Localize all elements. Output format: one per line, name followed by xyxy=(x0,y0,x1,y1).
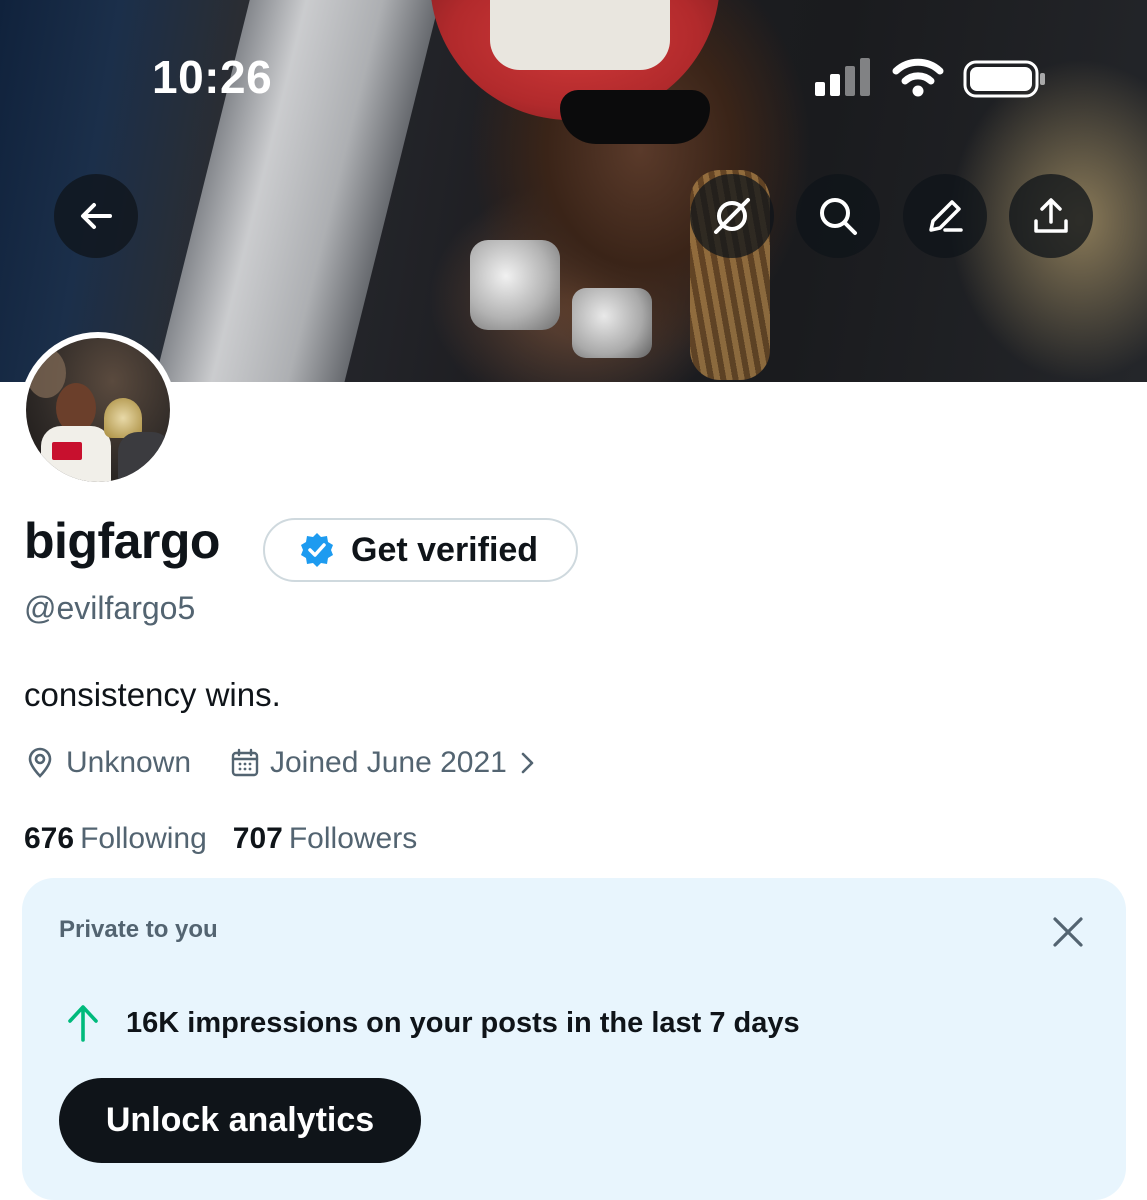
display-name: bigfargo xyxy=(24,513,220,569)
followers-count: 707 xyxy=(232,822,283,855)
edit-pencil-icon xyxy=(929,200,963,232)
private-analytics-card: Private to you 16K impressions on your p… xyxy=(22,878,1126,1200)
banner-cap-panel xyxy=(490,0,670,70)
location-info: Unknown xyxy=(24,743,191,783)
grok-icon xyxy=(714,198,750,234)
location-pin-icon xyxy=(28,747,52,778)
avatar-image xyxy=(26,338,170,482)
unlock-analytics-button[interactable]: Unlock analytics xyxy=(59,1078,421,1163)
verified-badge-icon xyxy=(301,533,333,567)
status-bar-time: 10:26 xyxy=(152,51,273,103)
followers-label: Followers xyxy=(288,822,418,855)
back-button[interactable] xyxy=(54,174,138,258)
arrow-left-icon xyxy=(81,203,112,229)
close-icon xyxy=(1053,917,1083,947)
search-icon xyxy=(820,198,857,235)
location-text: Unknown xyxy=(66,746,192,779)
avatar[interactable] xyxy=(20,332,176,488)
following-count: 676 xyxy=(24,822,75,855)
followers-link[interactable]: 707 Followers xyxy=(233,822,417,856)
impressions-row: 16K impressions on your posts in the las… xyxy=(62,1002,800,1044)
grok-button[interactable] xyxy=(690,174,774,258)
share-upload-icon xyxy=(1034,198,1068,233)
get-verified-button[interactable]: Get verified xyxy=(263,518,578,582)
battery-icon xyxy=(963,60,1045,98)
joined-info[interactable]: Joined June 2021 xyxy=(230,743,549,783)
banner-shades xyxy=(560,90,710,144)
search-button[interactable] xyxy=(796,174,880,258)
user-handle: @evilfargo5 xyxy=(24,590,196,626)
joined-text: Joined June 2021 xyxy=(270,746,507,779)
close-card-button[interactable] xyxy=(1046,910,1090,954)
following-link[interactable]: 676 Following xyxy=(24,822,207,856)
trend-up-arrow-icon xyxy=(68,1005,98,1042)
wifi-icon xyxy=(892,58,944,97)
private-card-title: Private to you xyxy=(59,916,218,943)
banner-ring xyxy=(572,288,652,358)
edit-button[interactable] xyxy=(903,174,987,258)
following-label: Following xyxy=(80,822,207,855)
banner-ring xyxy=(470,240,560,330)
follow-counts: 676 Following 707 Followers xyxy=(24,822,417,856)
get-verified-label: Get verified xyxy=(351,530,539,569)
profile-bio: consistency wins. xyxy=(24,676,281,713)
calendar-icon xyxy=(231,748,259,777)
chevron-right-icon xyxy=(521,752,534,774)
impressions-text: 16K impressions on your posts in the las… xyxy=(126,1006,800,1039)
share-button[interactable] xyxy=(1009,174,1093,258)
cellular-signal-icon xyxy=(815,58,875,96)
